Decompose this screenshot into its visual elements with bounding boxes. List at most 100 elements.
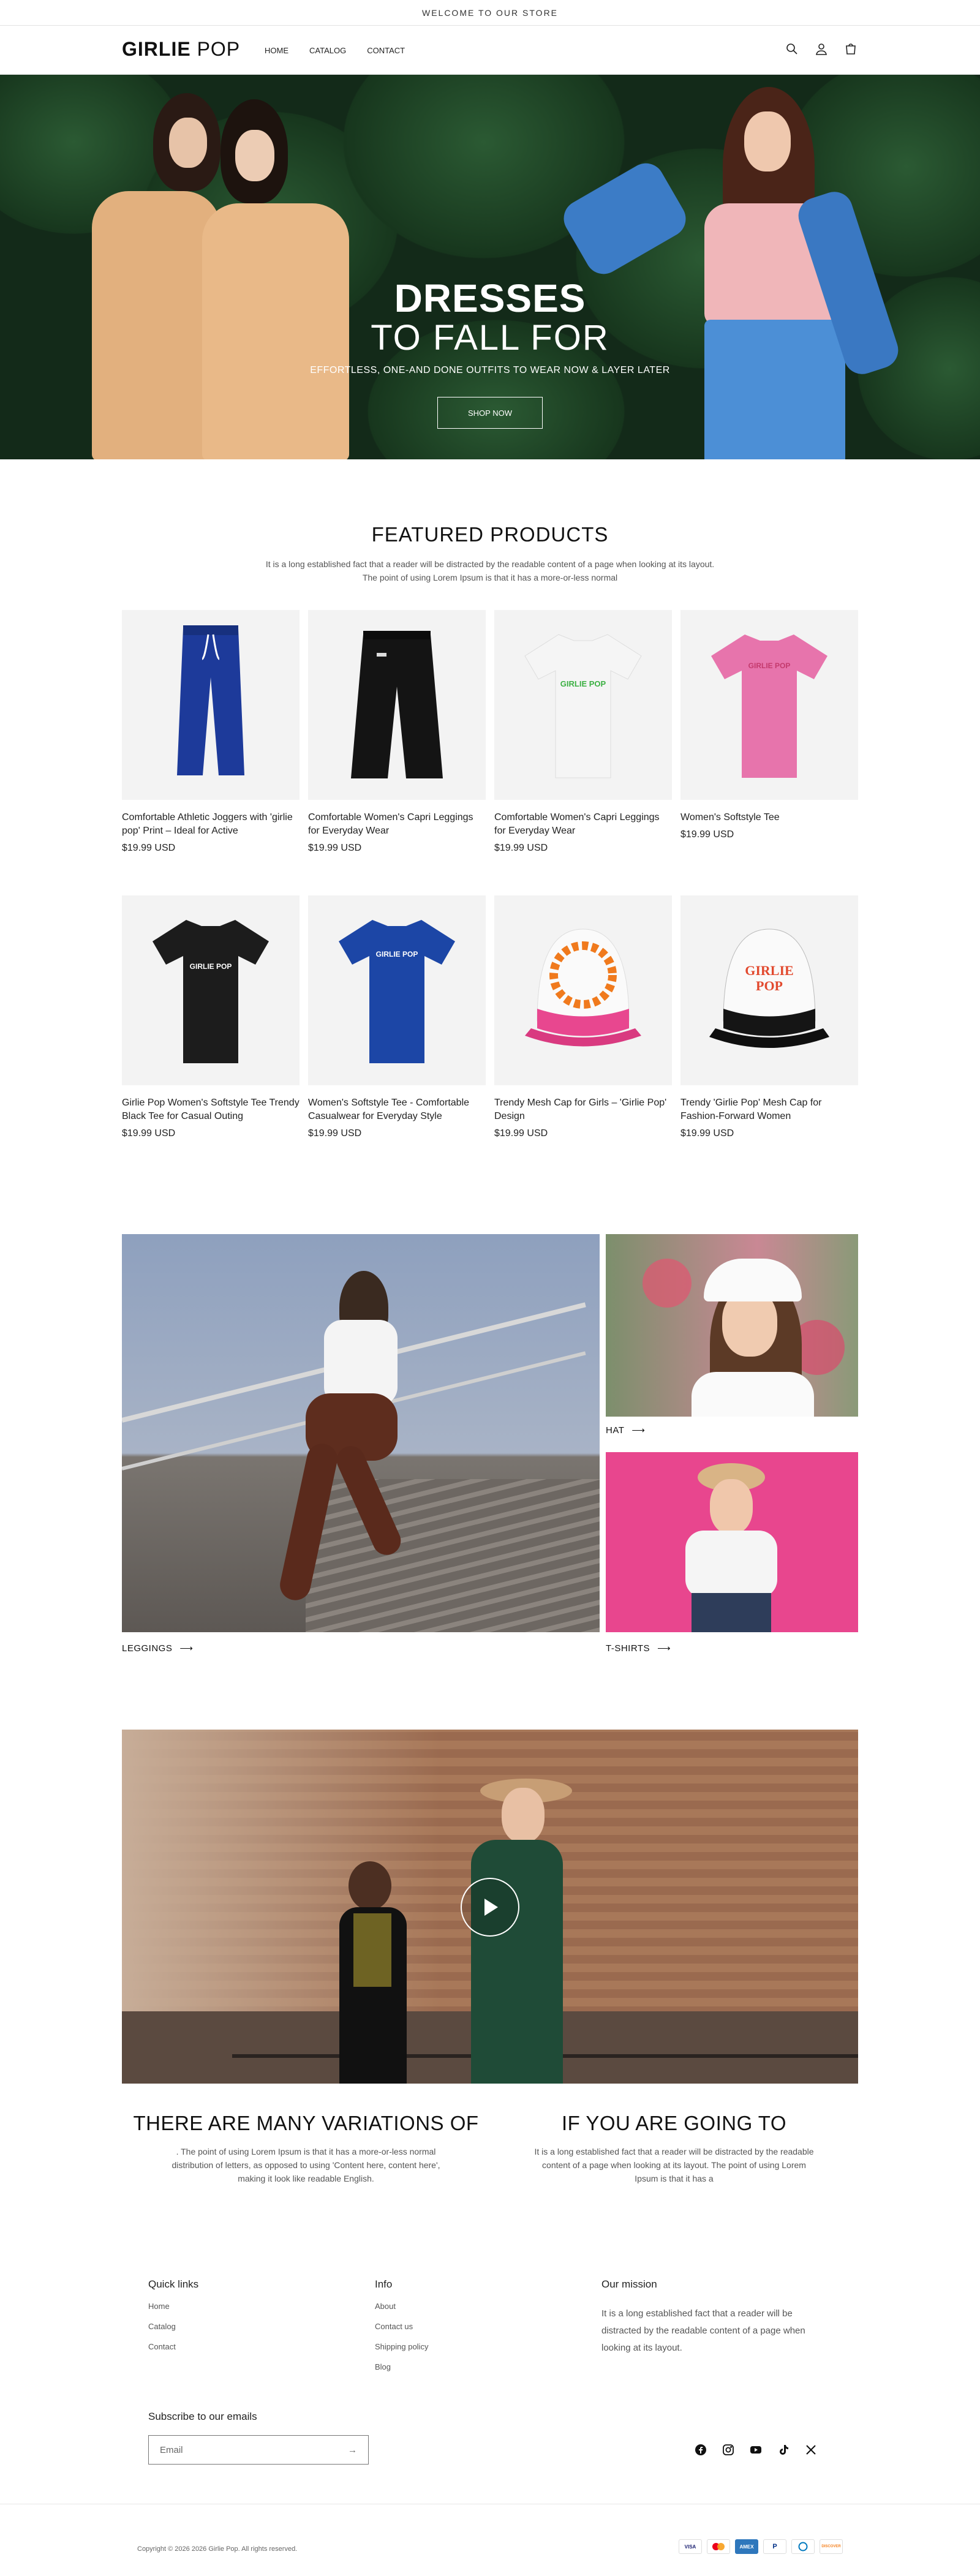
product-price: $19.99 USD (680, 1128, 734, 1139)
visa-icon: VISA (679, 2539, 702, 2554)
cart-icon[interactable] (843, 42, 858, 59)
subscribe-title: Subscribe to our emails (148, 2411, 257, 2422)
text-column: THERE ARE MANY VARIATIONS OF . The point… (122, 2112, 490, 2185)
tiktok-icon[interactable] (777, 2444, 790, 2459)
nav-home[interactable]: HOME (265, 46, 288, 55)
column-heading: IF YOU ARE GOING TO (561, 2112, 787, 2134)
footer-link-contact-us[interactable]: Contact us (375, 2322, 428, 2331)
footer-link-contact[interactable]: Contact (148, 2342, 198, 2351)
product-title[interactable]: Trendy 'Girlie Pop' Mesh Cap for Fashion… (680, 1096, 858, 1123)
product-price: $19.99 USD (494, 1128, 548, 1139)
youtube-icon[interactable] (750, 2444, 762, 2459)
product-card[interactable]: GIRLIE POP Trendy 'Girlie Pop' Mesh Cap f… (680, 895, 858, 1139)
discover-icon: DISCOVER (820, 2539, 843, 2554)
product-image[interactable]: GIRLIE POP (680, 895, 858, 1085)
hat-link[interactable]: HAT ⟶ (606, 1425, 645, 1436)
instagram-icon[interactable] (722, 2444, 734, 2459)
account-icon[interactable] (814, 42, 829, 59)
hero-banner: DRESSES TO FALL FOR EFFORTLESS, ONE-AND … (0, 75, 980, 459)
play-icon (484, 1899, 498, 1916)
submit-arrow-icon[interactable]: → (348, 2445, 357, 2455)
footer-link-home[interactable]: Home (148, 2302, 198, 2311)
leggings-link[interactable]: LEGGINGS ⟶ (122, 1643, 193, 1654)
amex-icon: AMEX (735, 2539, 758, 2554)
hero-tagline: EFFORTLESS, ONE-AND DONE OUTFITS TO WEAR… (310, 365, 670, 375)
product-image[interactable] (122, 610, 300, 800)
product-title[interactable]: Women's Softstyle Tee (680, 811, 858, 824)
logo-light: POP (190, 38, 241, 60)
footer-link-catalog[interactable]: Catalog (148, 2322, 198, 2331)
product-card[interactable]: GIRLIE POP Girlie Pop Women's Softstyle … (122, 895, 300, 1139)
featured-description: It is a long established fact that a rea… (265, 559, 715, 582)
footer-link-shipping[interactable]: Shipping policy (375, 2342, 428, 2351)
product-image[interactable]: GIRLIE POP (308, 895, 486, 1085)
leggings-image[interactable] (122, 1234, 600, 1632)
product-title[interactable]: Comfortable Women's Capri Leggings for E… (308, 811, 486, 838)
site-header: GIRLIE POP HOME CATALOG CONTACT (0, 26, 980, 75)
mission-title: Our mission (601, 2278, 657, 2290)
text-column: IF YOU ARE GOING TO It is a long establi… (490, 2112, 858, 2185)
logo-bold: GIRLIE (122, 38, 191, 60)
product-price: $19.99 USD (680, 829, 734, 840)
x-icon[interactable] (805, 2444, 817, 2459)
product-image[interactable] (494, 895, 672, 1085)
category-collage: HAT ⟶ LEGGINGS ⟶ T-SHIRTS ⟶ (122, 1234, 858, 1657)
product-card[interactable]: GIRLIE POP Women's Softstyle Tee - Comfo… (308, 895, 486, 1139)
tshirts-image[interactable] (606, 1452, 858, 1632)
product-image[interactable]: GIRLIE POP (122, 895, 300, 1085)
product-price: $19.99 USD (122, 843, 176, 853)
product-title[interactable]: Girlie Pop Women's Softstyle Tee Trendy … (122, 1096, 300, 1123)
arrow-right-icon: ⟶ (657, 1643, 671, 1654)
product-card[interactable]: Comfortable Athletic Joggers with 'girli… (122, 610, 300, 854)
product-title[interactable]: Women's Softstyle Tee - Comfortable Casu… (308, 1096, 486, 1123)
arrow-right-icon: ⟶ (179, 1643, 194, 1654)
svg-text:POP: POP (756, 978, 783, 993)
hero-title: DRESSES (394, 276, 586, 320)
mission-text: It is a long established fact that a rea… (601, 2308, 805, 2353)
product-card[interactable]: GIRLIE POP Comfortable Women's Capri Leg… (494, 610, 672, 854)
announcement-text: WELCOME TO OUR STORE (421, 7, 559, 18)
print-text: GIRLIE POP (748, 661, 791, 670)
facebook-icon[interactable] (695, 2444, 707, 2459)
product-title[interactable]: Trendy Mesh Cap for Girls – 'Girlie Pop'… (494, 1096, 672, 1123)
logo[interactable]: GIRLIE POP (122, 38, 240, 61)
product-image[interactable] (308, 610, 486, 800)
product-title[interactable]: Comfortable Women's Capri Leggings for E… (494, 811, 672, 838)
quick-links-title: Quick links (148, 2278, 199, 2290)
product-card[interactable]: Trendy Mesh Cap for Girls – 'Girlie Pop'… (494, 895, 672, 1139)
column-body: It is a long established fact that a rea… (534, 2147, 814, 2183)
product-price: $19.99 USD (122, 1128, 176, 1139)
info-title: Info (375, 2278, 393, 2290)
hat-label: HAT (606, 1425, 625, 1436)
quick-links: Quick links Home Catalog Contact (148, 2278, 198, 2351)
announcement-bar: WELCOME TO OUR STORE (0, 0, 980, 26)
hat-image[interactable] (606, 1234, 858, 1417)
product-image[interactable]: GIRLIE POP (494, 610, 672, 800)
mastercard-icon (707, 2539, 730, 2554)
print-text: GIRLIE POP (190, 962, 232, 971)
play-button[interactable] (461, 1878, 519, 1937)
shop-now-button[interactable]: SHOP NOW (437, 397, 543, 429)
search-icon[interactable] (785, 42, 799, 59)
product-price: $19.99 USD (308, 1128, 362, 1139)
column-body: . The point of using Lorem Ipsum is that… (172, 2147, 440, 2183)
video-banner[interactable] (122, 1730, 858, 2084)
featured-title: FEATURED PRODUCTS (371, 523, 609, 546)
text-columns: THERE ARE MANY VARIATIONS OF . The point… (122, 2112, 858, 2185)
paypal-icon: P (763, 2539, 786, 2554)
copyright: Copyright © 2026 2026 Girlie Pop. All ri… (137, 2545, 298, 2553)
email-field[interactable]: Email → (148, 2435, 369, 2465)
footer-link-about[interactable]: About (375, 2302, 428, 2311)
nav-contact[interactable]: CONTACT (367, 46, 405, 55)
product-card[interactable]: Comfortable Women's Capri Leggings for E… (308, 610, 486, 854)
nav-catalog[interactable]: CATALOG (309, 46, 346, 55)
product-price: $19.99 USD (494, 843, 548, 853)
product-grid-row-2: GIRLIE POP Girlie Pop Women's Softstyle … (122, 895, 858, 1139)
product-title[interactable]: Comfortable Athletic Joggers with 'girli… (122, 811, 300, 838)
email-placeholder: Email (160, 2444, 183, 2455)
product-image[interactable]: GIRLIE POP (680, 610, 858, 800)
tshirts-link[interactable]: T-SHIRTS ⟶ (606, 1643, 671, 1654)
footer-link-blog[interactable]: Blog (375, 2362, 428, 2371)
site-footer: Quick links Home Catalog Contact Info Ab… (0, 2266, 980, 2576)
product-card[interactable]: GIRLIE POP Women's Softstyle Tee $19.99 … (680, 610, 858, 854)
